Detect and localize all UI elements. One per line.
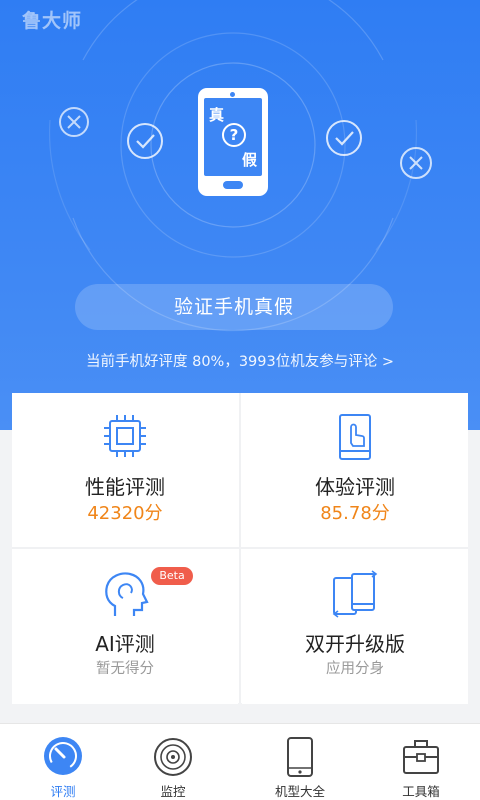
phone-authenticity-icon: 真 ? 假 (198, 88, 268, 196)
tab-label: 机型大全 (274, 784, 325, 799)
tab-monitor[interactable]: 监控 (113, 724, 233, 800)
tab-label: 工具箱 (402, 784, 440, 799)
card-score: 85.78分 (320, 503, 390, 524)
ai-test-card[interactable]: AI评测 暂无得分 (12, 550, 238, 704)
card-subtitle: 应用分身 (326, 661, 384, 677)
bottom-tab-bar: 评测 监控 机型大全 工具箱 (0, 723, 480, 800)
ai-head-icon (105, 572, 149, 616)
speedometer-icon (44, 737, 82, 775)
check-icon (127, 123, 163, 159)
performance-test-card[interactable]: 性能评测 42320分 (12, 393, 238, 547)
phone-label-fake: 假 (241, 151, 257, 169)
cpu-chip-icon (104, 415, 146, 457)
card-title: AI评测 (95, 632, 155, 656)
card-subtitle: 暂无得分 (96, 661, 154, 677)
experience-test-card[interactable]: 体验评测 85.78分 (242, 393, 468, 547)
monitor-disc-icon (154, 738, 192, 776)
tab-toolbox[interactable]: 工具箱 (361, 724, 480, 800)
phone-touch-icon (339, 414, 371, 460)
card-title: 性能评测 (85, 475, 165, 499)
verify-phone-button[interactable]: 验证手机真假 (75, 284, 393, 330)
question-icon: ? (222, 123, 246, 147)
divider (12, 547, 468, 549)
dual-app-card[interactable]: 双开升级版 应用分身 (242, 550, 468, 704)
dual-phones-icon (332, 570, 378, 618)
tab-phone-models[interactable]: 机型大全 (240, 724, 360, 800)
phone-label-real: 真 (209, 106, 225, 124)
feature-grid: 性能评测 42320分 体验评测 85.78分 AI评测 暂无得分 双开升级版 … (12, 393, 468, 704)
tab-label: 评测 (50, 784, 76, 799)
tab-label: 监控 (160, 784, 186, 799)
card-title: 体验评测 (315, 475, 395, 499)
toolbox-icon (403, 740, 439, 774)
hero-panel: 鲁大师 真 ? 假 验证手机真假 当前手机好评度 80%，3993位机友参与评论… (0, 0, 480, 430)
phone-catalog-icon (287, 737, 313, 777)
card-score: 42320分 (87, 503, 163, 524)
cross-icon (59, 107, 89, 137)
rating-link[interactable]: 当前手机好评度 80%，3993位机友参与评论 > (0, 350, 480, 371)
check-icon (326, 120, 362, 156)
card-title: 双开升级版 (305, 632, 405, 656)
beta-badge: Beta (151, 567, 193, 585)
tab-evaluate[interactable]: 评测 (3, 724, 123, 800)
cross-icon (400, 147, 432, 179)
